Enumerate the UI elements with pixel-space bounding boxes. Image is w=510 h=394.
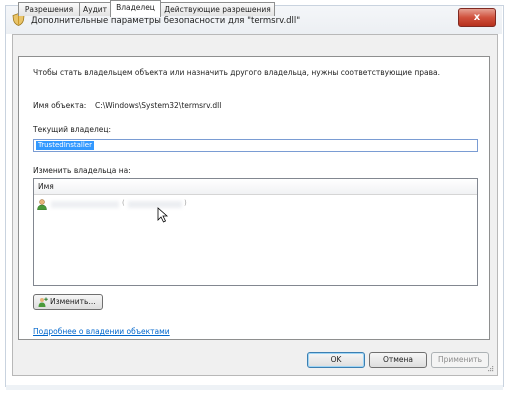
user-account-open: (	[122, 199, 125, 207]
list-item[interactable]: ( )	[34, 196, 477, 213]
current-owner-label: Текущий владелец:	[33, 125, 112, 134]
cancel-button[interactable]: Отмена	[369, 352, 427, 368]
change-owner-button[interactable]: Изменить...	[33, 294, 103, 310]
list-header[interactable]: Имя	[34, 179, 477, 195]
change-owner-label: Изменить владельца на:	[33, 166, 131, 175]
mouse-cursor-icon	[157, 207, 169, 223]
tab-permissions[interactable]: Разрешения	[18, 2, 80, 16]
column-name[interactable]: Имя	[38, 182, 54, 191]
user-name-redacted	[51, 201, 119, 208]
learn-more-link[interactable]: Подробнее о владении объектами	[33, 327, 170, 336]
user-add-icon	[38, 297, 48, 307]
window-title: Дополнительные параметры безопасности дл…	[31, 16, 301, 26]
tab-owner[interactable]: Владелец	[110, 0, 161, 17]
current-owner-value: TrustedInstaller	[36, 141, 94, 150]
ok-button[interactable]: OK	[307, 352, 365, 368]
user-account-redacted	[128, 201, 182, 208]
user-account-close: )	[184, 199, 187, 207]
window-shadow	[6, 385, 503, 390]
close-button[interactable]: x	[458, 8, 496, 27]
apply-button[interactable]: Применить	[431, 352, 489, 368]
new-owner-list[interactable]: Имя ( )	[33, 178, 478, 286]
object-name-label: Имя объекта:	[33, 101, 87, 110]
instruction-text: Чтобы стать владельцем объекта или назна…	[33, 68, 441, 77]
tab-audit[interactable]: Аудит	[79, 2, 111, 16]
object-name-value: C:\Windows\System32\termsrv.dll	[95, 101, 222, 110]
user-icon	[37, 199, 47, 210]
change-owner-button-label: Изменить...	[50, 297, 96, 306]
tab-effective-permissions[interactable]: Действующие разрешения	[160, 2, 275, 16]
current-owner-field[interactable]: TrustedInstaller	[33, 139, 478, 152]
resize-grip-icon[interactable]	[488, 366, 494, 372]
